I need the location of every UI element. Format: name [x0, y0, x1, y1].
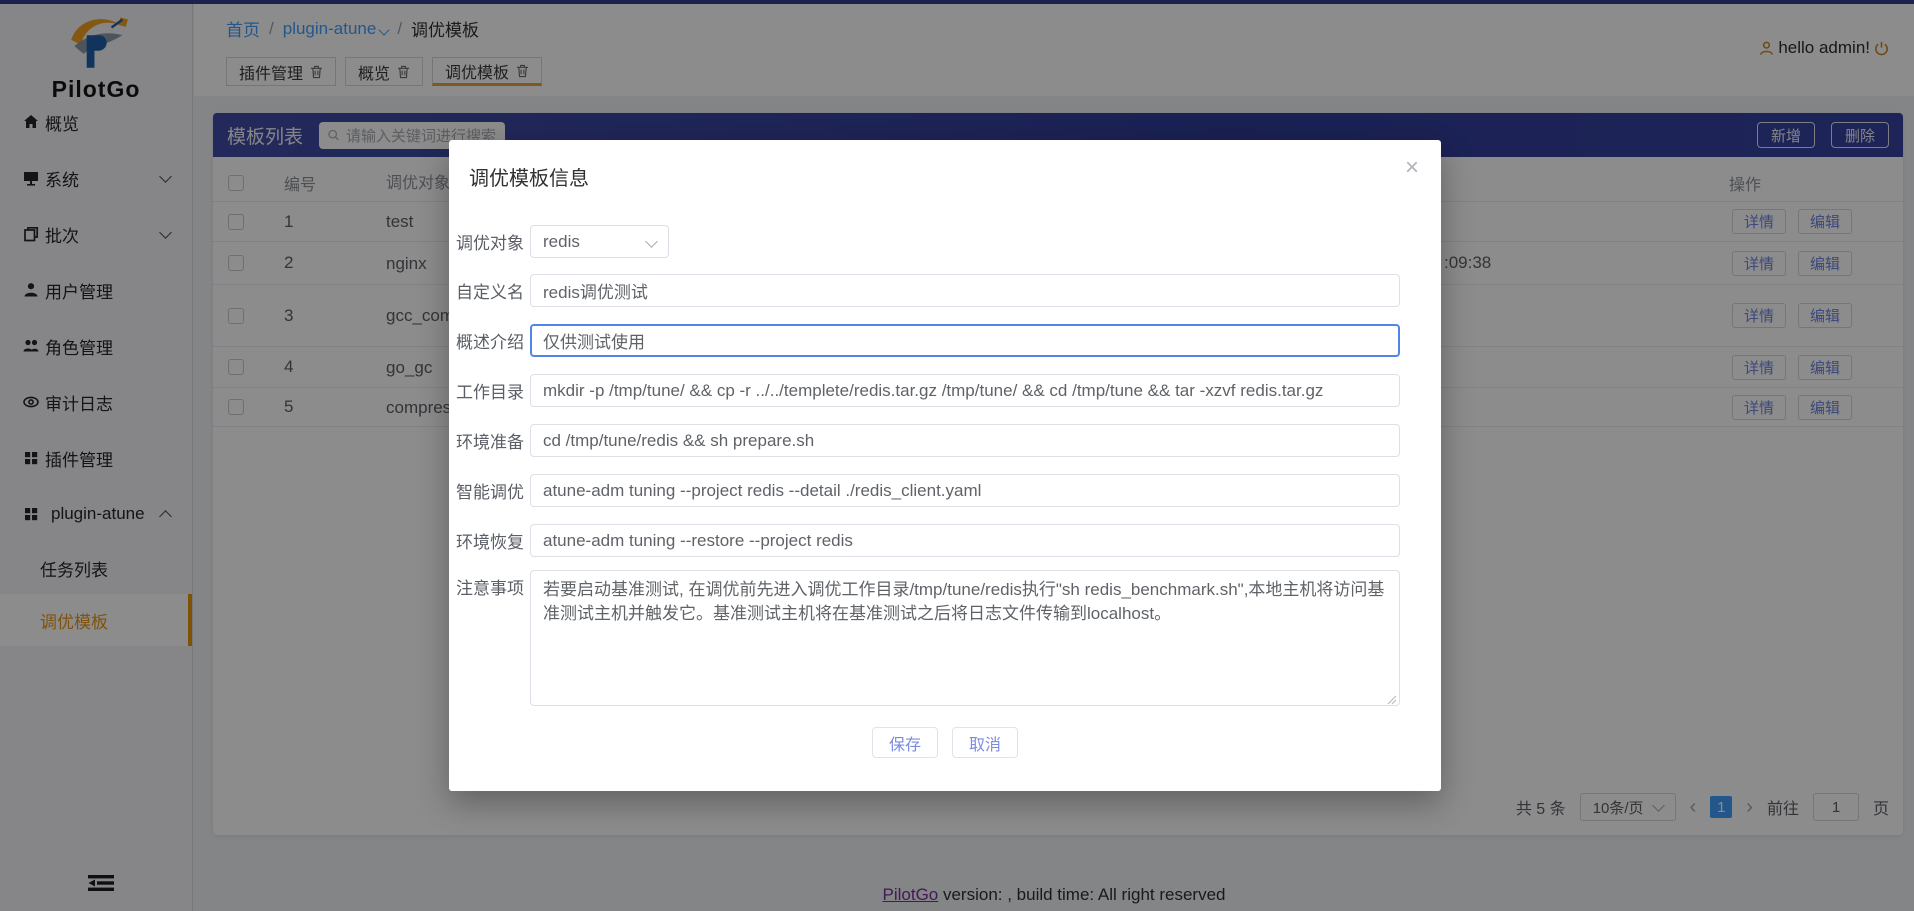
env-prepare-input[interactable]: [530, 424, 1400, 457]
dialog-title: 调优模板信息: [469, 162, 589, 191]
custom-name-input[interactable]: [530, 274, 1400, 307]
form-row-workdir: 工作目录: [449, 374, 1441, 407]
save-button[interactable]: 保存: [872, 727, 938, 758]
form-row-prepare: 环境准备: [449, 424, 1441, 457]
cancel-button[interactable]: 取消: [952, 727, 1018, 758]
form-row-notes: 注意事项 若要启动基准测试, 在调优前先进入调优工作目录/tmp/tune/re…: [449, 570, 1441, 706]
env-restore-input[interactable]: [530, 524, 1400, 557]
form-row-description: 概述介绍: [449, 324, 1441, 357]
tuning-template-dialog: 调优模板信息 × 调优对象 redis 自定义名 概述介绍 工作目录 环境准备 …: [449, 140, 1441, 791]
description-input[interactable]: [530, 324, 1400, 357]
notes-textarea[interactable]: 若要启动基准测试, 在调优前先进入调优工作目录/tmp/tune/redis执行…: [530, 570, 1400, 706]
form-row-target: 调优对象 redis: [449, 225, 1441, 258]
close-icon[interactable]: ×: [1405, 156, 1419, 180]
tuning-target-select[interactable]: redis: [530, 225, 669, 258]
resize-grip-icon[interactable]: [1387, 695, 1397, 705]
workdir-input[interactable]: [530, 374, 1400, 407]
smart-tuning-input[interactable]: [530, 474, 1400, 507]
form-row-custom-name: 自定义名: [449, 274, 1441, 307]
form-row-restore: 环境恢复: [449, 524, 1441, 557]
form-row-tuning: 智能调优: [449, 474, 1441, 507]
chevron-down-icon: [645, 235, 658, 248]
